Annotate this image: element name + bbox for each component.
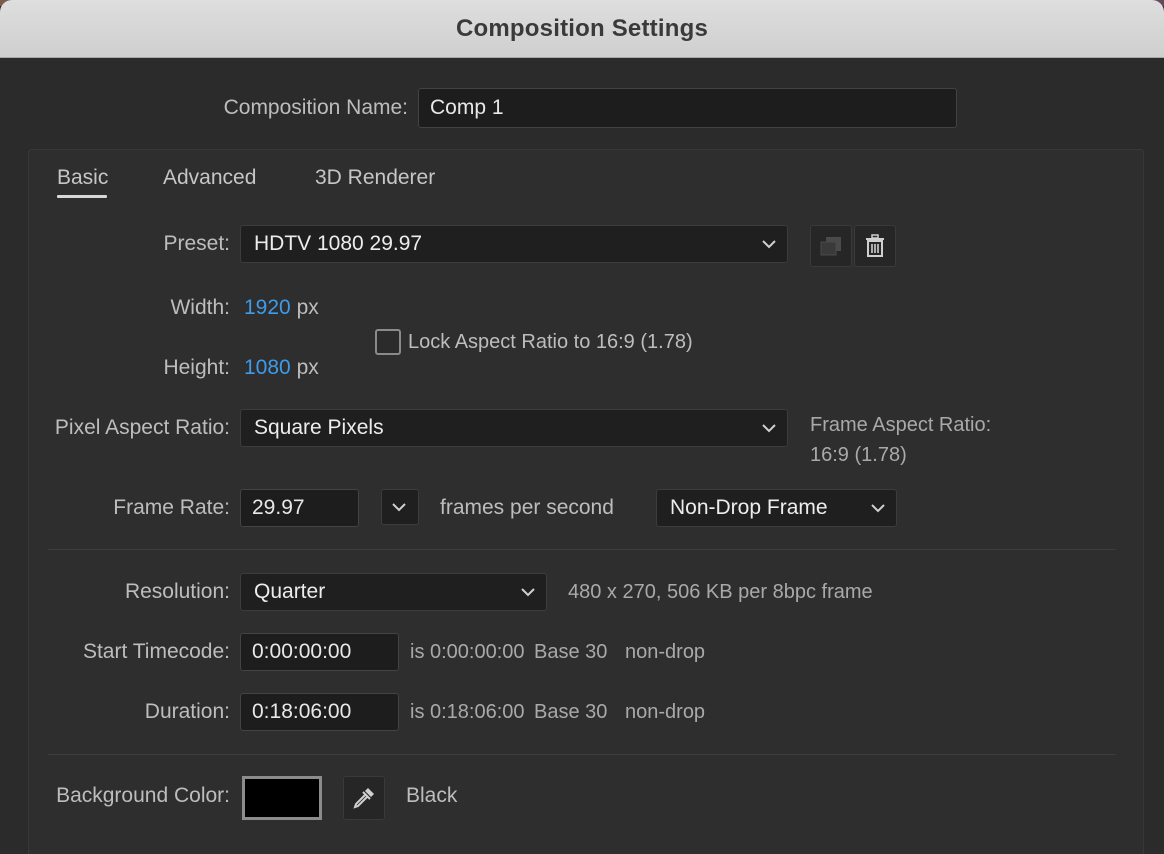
chevron-down-icon xyxy=(762,424,776,433)
duration-label: Duration: xyxy=(144,700,230,723)
drop-frame-dropdown[interactable]: Non-Drop Frame xyxy=(656,489,897,527)
background-color-swatch[interactable] xyxy=(242,776,322,820)
divider xyxy=(48,754,1116,755)
duration-is: is 0:18:06:00 xyxy=(410,701,525,723)
start-timecode-label: Start Timecode: xyxy=(82,640,230,663)
tab-advanced[interactable]: Advanced xyxy=(163,166,256,190)
width-unit: px xyxy=(296,296,319,319)
preset-dropdown[interactable]: HDTV 1080 29.97 xyxy=(240,225,788,263)
frame-rate-value: 29.97 xyxy=(252,496,305,519)
composition-name-value: Comp 1 xyxy=(430,96,504,119)
height-field[interactable]: 1080 px xyxy=(244,356,319,380)
background-color-label: Background Color: xyxy=(56,784,230,807)
lock-aspect-checkbox[interactable] xyxy=(375,329,401,355)
duration-base: Base 30 xyxy=(534,701,608,723)
height-value[interactable]: 1080 xyxy=(244,356,291,379)
preset-value: HDTV 1080 29.97 xyxy=(254,232,423,255)
delete-preset-button[interactable] xyxy=(854,225,896,267)
tab-basic-underline xyxy=(57,195,107,198)
height-label: Height: xyxy=(163,356,230,379)
start-timecode-mode: non-drop xyxy=(625,641,706,663)
chevron-down-icon xyxy=(871,504,885,513)
frame-rate-input[interactable]: 29.97 xyxy=(240,489,359,527)
frame-aspect-value: 16:9 (1.78) xyxy=(810,444,907,466)
chevron-down-icon xyxy=(762,240,776,249)
chevron-down-icon xyxy=(521,588,535,597)
resolution-value: Quarter xyxy=(254,580,326,603)
eyedropper-icon xyxy=(353,788,374,809)
tab-basic[interactable]: Basic xyxy=(57,166,108,190)
width-field[interactable]: 1920 px xyxy=(244,296,319,320)
width-value[interactable]: 1920 xyxy=(244,296,291,319)
divider xyxy=(48,549,1116,550)
preset-label: Preset: xyxy=(163,232,230,255)
duration-input[interactable]: 0:18:06:00 xyxy=(240,693,399,731)
duration-mode: non-drop xyxy=(625,701,706,723)
start-timecode-value: 0:00:00:00 xyxy=(252,640,352,663)
drop-frame-value: Non-Drop Frame xyxy=(670,496,828,519)
title-bar: Composition Settings xyxy=(0,0,1164,58)
composition-name-label: Composition Name: xyxy=(223,96,408,119)
frame-rate-label: Frame Rate: xyxy=(113,496,230,519)
trash-icon xyxy=(866,234,884,257)
resolution-info: 480 x 270, 506 KB per 8bpc frame xyxy=(568,581,873,603)
pixel-aspect-dropdown[interactable]: Square Pixels xyxy=(240,409,788,447)
chevron-down-icon xyxy=(392,503,406,512)
duration-value: 0:18:06:00 xyxy=(252,700,352,723)
background-color-name: Black xyxy=(406,784,458,807)
save-preset-icon xyxy=(820,237,841,256)
frame-rate-unit-label: frames per second xyxy=(440,496,614,519)
composition-name-input[interactable]: Comp 1 xyxy=(418,88,957,128)
frame-rate-dropdown[interactable] xyxy=(381,489,419,525)
save-preset-button[interactable] xyxy=(810,225,852,267)
height-unit: px xyxy=(296,356,319,379)
start-timecode-base: Base 30 xyxy=(534,641,608,663)
eyedropper-button[interactable] xyxy=(343,776,385,820)
start-timecode-is: is 0:00:00:00 xyxy=(410,641,525,663)
window-title: Composition Settings xyxy=(456,14,708,42)
resolution-label: Resolution: xyxy=(124,580,230,603)
pixel-aspect-value: Square Pixels xyxy=(254,416,384,439)
pixel-aspect-label: Pixel Aspect Ratio: xyxy=(54,416,230,439)
lock-aspect-label: Lock Aspect Ratio to 16:9 (1.78) xyxy=(408,331,693,353)
resolution-dropdown[interactable]: Quarter xyxy=(240,573,547,611)
start-timecode-input[interactable]: 0:00:00:00 xyxy=(240,633,399,671)
frame-aspect-label: Frame Aspect Ratio: xyxy=(810,414,992,436)
composition-settings-dialog: Composition Name: Comp 1 Basic Advanced … xyxy=(0,58,1164,854)
width-label: Width: xyxy=(170,296,230,319)
tab-3d-renderer[interactable]: 3D Renderer xyxy=(315,166,435,190)
